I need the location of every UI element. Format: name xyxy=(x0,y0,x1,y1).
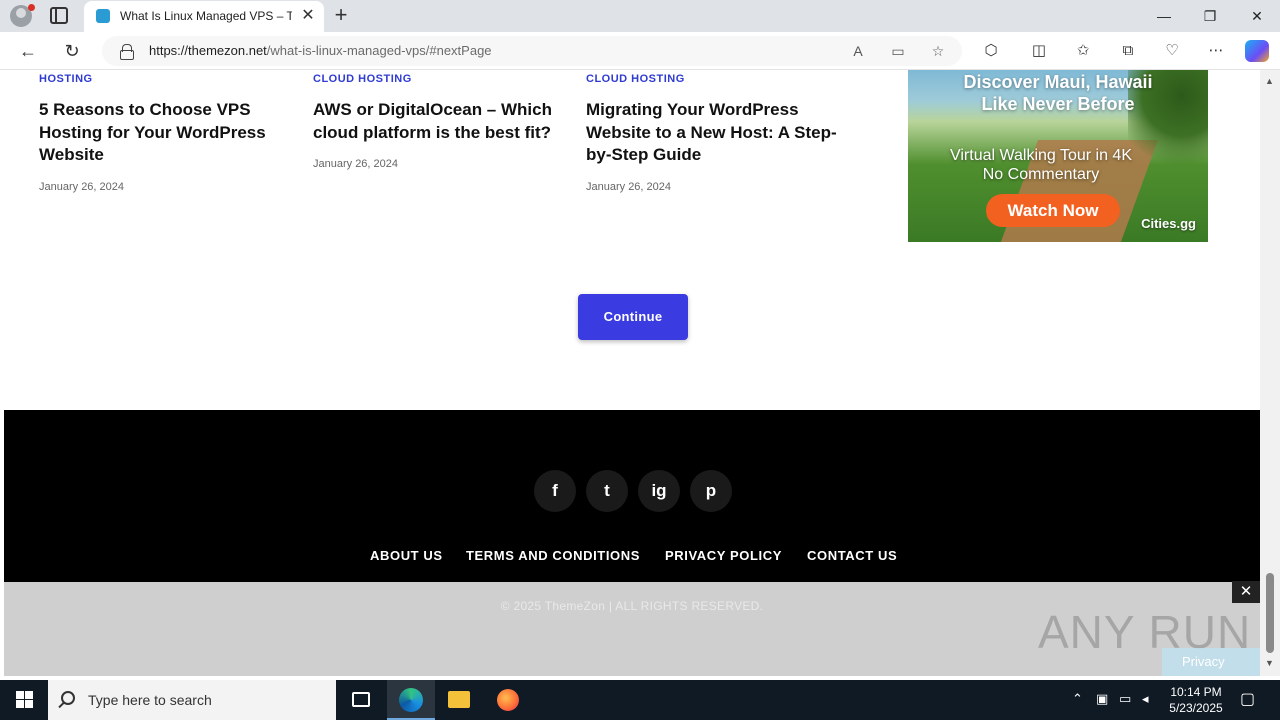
browser-tab-active[interactable]: What Is Linux Managed VPS – Th ✕ xyxy=(84,1,324,32)
tray-device-icon[interactable]: ▣ xyxy=(1096,691,1108,707)
collections-icon[interactable]: ⧉ xyxy=(1117,41,1139,61)
window-minimize-button[interactable]: — xyxy=(1146,4,1182,28)
search-icon xyxy=(61,691,75,705)
ad-subheadline: No Commentary xyxy=(982,166,1100,183)
volume-icon[interactable]: ◂ xyxy=(1142,691,1149,707)
footer-link-contact[interactable]: CONTACT US xyxy=(807,548,897,563)
post-date: January 26, 2024 xyxy=(39,180,125,193)
taskbar-search-placeholder: Type here to search xyxy=(88,692,212,708)
privacy-badge[interactable]: Privacy xyxy=(1162,648,1260,676)
post-date: January 26, 2024 xyxy=(586,180,672,193)
tab-actions-icon[interactable] xyxy=(50,7,68,24)
tab-title: What Is Linux Managed VPS – Th xyxy=(120,9,292,23)
network-icon[interactable]: ▭ xyxy=(1119,691,1131,707)
address-bar[interactable]: https://themezon.net/what-is-linux-manag… xyxy=(102,36,962,66)
firefox-icon[interactable] xyxy=(484,680,532,720)
footer-link-terms[interactable]: TERMS AND CONDITIONS xyxy=(466,548,640,563)
more-options-icon[interactable]: ⋯ xyxy=(1205,41,1227,61)
back-arrow-icon[interactable]: ← xyxy=(16,40,40,62)
footer-link-privacy[interactable]: PRIVACY POLICY xyxy=(665,548,782,563)
taskbar-search-box[interactable]: Type here to search xyxy=(48,680,336,720)
post-title-link[interactable]: Migrating Your WordPress Website to a Ne… xyxy=(586,99,842,167)
browser-toolbar: ← ↻ https://themezon.net/what-is-linux-m… xyxy=(0,32,1280,70)
site-footer: f t ig p ABOUT US TERMS AND CONDITIONS P… xyxy=(4,410,1260,582)
ad-headline: Like Never Before xyxy=(981,94,1135,114)
url-path: /what-is-linux-managed-vps/#nextPage xyxy=(266,43,492,58)
windows-start-icon[interactable] xyxy=(0,680,48,720)
ad-headline: Discover Maui, Hawaii xyxy=(963,72,1153,92)
footer-link-about[interactable]: ABOUT US xyxy=(370,548,443,563)
windows-taskbar: Type here to search ⌃ ▣ ▭ ◂ 10:14 PM 5/2… xyxy=(0,680,1280,720)
read-aloud-icon[interactable]: A xyxy=(848,41,868,61)
edge-browser-icon[interactable] xyxy=(387,680,435,720)
tab-close-icon[interactable]: ✕ xyxy=(298,6,318,26)
split-screen-icon[interactable]: ◫ xyxy=(1028,41,1050,61)
notification-center-icon[interactable]: ▢ xyxy=(1240,689,1255,709)
post-date: January 26, 2024 xyxy=(313,158,399,170)
site-favicon-icon xyxy=(96,9,110,23)
page-scrollbar[interactable]: ▲ ▼ xyxy=(1260,70,1280,676)
related-post[interactable]: CLOUD HOSTING AWS or DigitalOcean – Whic… xyxy=(313,70,553,170)
task-view-icon[interactable] xyxy=(338,680,386,720)
scroll-thumb[interactable] xyxy=(1266,573,1274,653)
post-category-link[interactable]: HOSTING xyxy=(39,73,279,85)
immersive-reader-icon[interactable]: ▭ xyxy=(888,41,908,61)
post-title-link[interactable]: 5 Reasons to Choose VPS Hosting for Your… xyxy=(39,99,279,167)
favorites-icon[interactable]: ✩ xyxy=(1072,41,1094,61)
overlay-close-icon[interactable]: ✕ xyxy=(1232,581,1260,603)
facebook-icon[interactable]: f xyxy=(534,470,576,512)
ad-brand-logo: Cities.gg xyxy=(1141,216,1196,231)
url-text[interactable]: https://themezon.net/what-is-linux-manag… xyxy=(149,43,492,58)
post-title-link[interactable]: AWS or DigitalOcean – Which cloud platfo… xyxy=(313,99,553,144)
ad-watch-now-button[interactable]: Watch Now xyxy=(986,194,1120,227)
post-category-link[interactable]: CLOUD HOSTING xyxy=(586,73,842,85)
advertisement-banner[interactable]: Discover Maui, Hawaii Like Never Before … xyxy=(908,70,1208,242)
url-host: https://themezon.net xyxy=(149,43,267,58)
instagram-icon[interactable]: ig xyxy=(638,470,680,512)
profile-notification-dot xyxy=(28,4,35,11)
lock-icon[interactable] xyxy=(120,44,134,60)
scroll-up-arrow-icon[interactable]: ▲ xyxy=(1265,76,1274,86)
file-explorer-icon[interactable] xyxy=(435,680,483,720)
copilot-icon[interactable] xyxy=(1245,40,1269,62)
browser-tab-bar: What Is Linux Managed VPS – Th ✕ + — ❐ ✕ xyxy=(0,0,1280,32)
twitter-icon[interactable]: t xyxy=(586,470,628,512)
window-close-button[interactable]: ✕ xyxy=(1239,4,1275,28)
web-page: HOSTING 5 Reasons to Choose VPS Hosting … xyxy=(4,70,1260,676)
extensions-icon[interactable]: ⬡ xyxy=(980,41,1002,61)
related-post[interactable]: HOSTING 5 Reasons to Choose VPS Hosting … xyxy=(39,70,279,193)
related-post[interactable]: CLOUD HOSTING Migrating Your WordPress W… xyxy=(586,70,842,193)
pinterest-icon[interactable]: p xyxy=(690,470,732,512)
clock-time: 10:14 PM xyxy=(1170,685,1222,699)
scroll-down-arrow-icon[interactable]: ▼ xyxy=(1265,658,1274,668)
window-restore-button[interactable]: ❐ xyxy=(1192,4,1228,28)
browser-essentials-icon[interactable]: ♡ xyxy=(1161,41,1183,61)
ad-subheadline: Virtual Walking Tour in 4K xyxy=(949,147,1132,164)
favorite-star-icon[interactable]: ☆ xyxy=(928,41,948,61)
tray-overflow-chevron-icon[interactable]: ⌃ xyxy=(1072,691,1083,707)
post-category-link[interactable]: CLOUD HOSTING xyxy=(313,73,553,85)
continue-button[interactable]: Continue xyxy=(578,294,688,340)
refresh-icon[interactable]: ↻ xyxy=(60,40,84,62)
taskbar-clock[interactable]: 10:14 PM 5/23/2025 xyxy=(1160,684,1232,716)
clock-date: 5/23/2025 xyxy=(1169,701,1223,715)
new-tab-button[interactable]: + xyxy=(330,4,352,26)
